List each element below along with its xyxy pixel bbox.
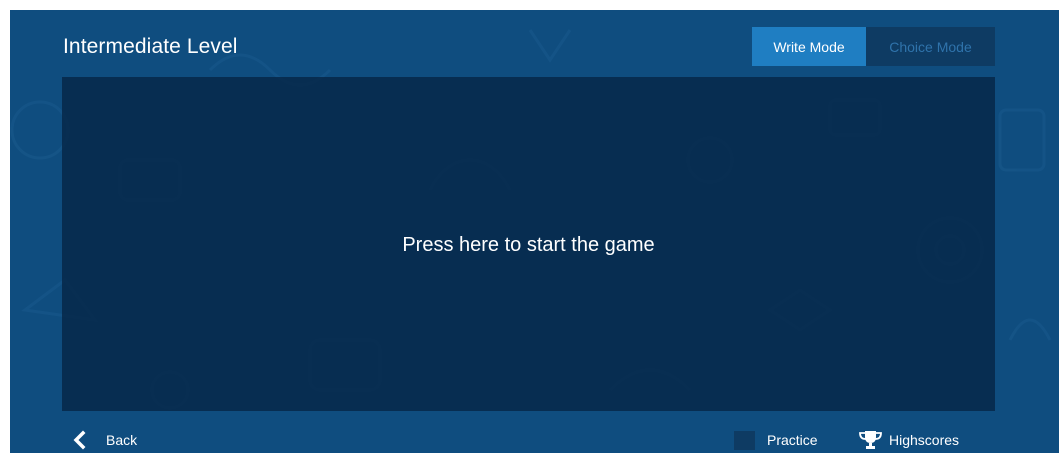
page-title: Intermediate Level [63, 35, 238, 58]
practice-toggle[interactable]: Practice [734, 429, 818, 451]
game-screen: Intermediate Level Write Mode Choice Mod… [10, 10, 1059, 453]
choice-mode-button[interactable]: Choice Mode [866, 27, 995, 66]
mode-toggle: Write Mode Choice Mode [752, 27, 995, 66]
start-game-area[interactable]: Press here to start the game [62, 77, 995, 411]
back-button[interactable]: Back [70, 429, 137, 451]
practice-label: Practice [767, 432, 818, 448]
back-label: Back [106, 432, 138, 448]
trophy-icon [858, 430, 883, 450]
chevron-left-icon [70, 430, 90, 450]
practice-checkbox[interactable] [734, 430, 755, 450]
start-game-prompt: Press here to start the game [402, 233, 655, 256]
highscores-button[interactable]: Highscores [858, 429, 959, 451]
highscores-label: Highscores [889, 432, 960, 448]
write-mode-button[interactable]: Write Mode [752, 27, 866, 66]
